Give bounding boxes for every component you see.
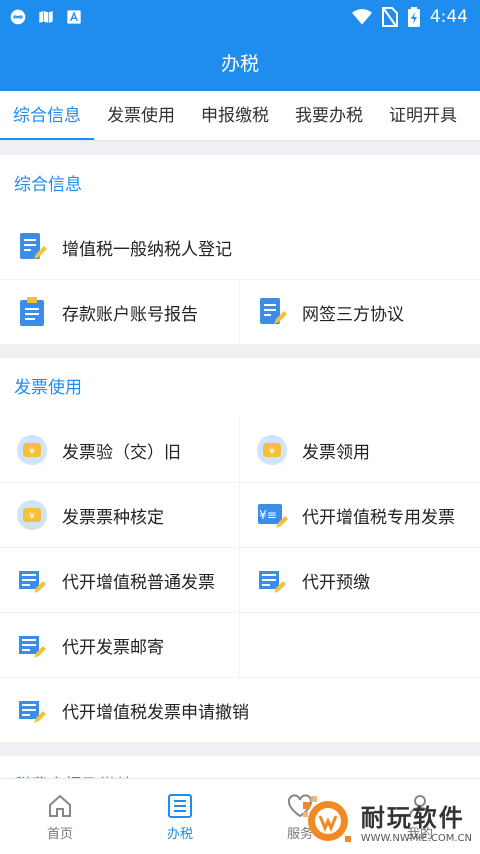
document-edit-icon: [260, 298, 287, 324]
section-title: 发票使用: [14, 378, 82, 398]
tab-i-want-tax[interactable]: 我要办税: [282, 91, 376, 140]
a-icon: [67, 9, 81, 24]
tab-comprehensive-info[interactable]: 综合信息: [0, 91, 94, 140]
section-grid: 增值税一般纳税人登记 存款账户账号报告 网签三方协议: [0, 215, 480, 345]
section-comprehensive-info: 综合信息 增值税一般纳税人登记 存款账户账号报告 网签三方协议: [0, 155, 480, 345]
tab-certificate[interactable]: 证明开具: [376, 91, 470, 140]
svg-text:¥: ¥: [29, 512, 35, 522]
section-tax-declare-pay: 税费申报及缴纳: [0, 756, 480, 778]
item-label: 发票票种核定: [62, 507, 164, 528]
item-issue-prepayment[interactable]: 代开预缴: [240, 548, 480, 613]
tax-list-icon: [168, 793, 192, 818]
list-edit-icon: [19, 701, 46, 723]
status-bar: 4:44: [0, 0, 480, 33]
nav-label: 首页: [46, 826, 73, 842]
invoice-ticket-icon: ¥: [257, 435, 287, 465]
page-title: 办税: [220, 52, 259, 75]
item-label: 增值税一般纳税人登记: [62, 239, 232, 260]
no-sim-icon: [381, 6, 398, 27]
list-edit-icon: [19, 571, 46, 593]
tab-invoice-use[interactable]: 发票使用: [94, 91, 188, 140]
status-time: 4:44: [429, 6, 468, 27]
status-bar-left: [10, 9, 82, 25]
watermark-url: WWW.NWMIE.COM.CN: [360, 833, 472, 844]
category-tabs: 综合信息 发票使用 申报缴税 我要办税 证明开具: [0, 91, 480, 141]
list-edit-icon: [19, 636, 46, 658]
title-bar: 办税: [0, 33, 480, 91]
item-label: 代开预缴: [302, 572, 370, 593]
status-bar-right: 4:44: [351, 6, 468, 27]
item-revoke-vat-invoice-application[interactable]: 代开增值税发票申请撤销: [0, 678, 480, 743]
invoice-ticket-icon: ¥: [17, 435, 47, 465]
item-deposit-account-report[interactable]: 存款账户账号报告: [0, 280, 240, 345]
yuan-edit-icon: ¥≡: [258, 504, 288, 528]
section-grid: ¥ 发票验（交）旧 ¥ 发票领用 ¥ 发票票种核定 ¥≡ 代开增值税专用发票 代…: [0, 418, 480, 743]
item-label: 代开增值税专用发票: [302, 507, 455, 528]
svg-text:¥≡: ¥≡: [259, 508, 277, 522]
empty-cell: [240, 613, 480, 678]
nav-label: 办税: [166, 826, 193, 842]
item-label: 存款账户账号报告: [62, 304, 198, 325]
infinity-icon: [10, 9, 26, 24]
watermark-brand: 耐玩软件: [360, 804, 465, 832]
clipboard-icon: [20, 297, 44, 326]
invoice-ticket-icon: ¥: [17, 500, 47, 530]
item-issue-vat-ordinary-invoice[interactable]: 代开增值税普通发票: [0, 548, 240, 613]
wifi-icon: [351, 8, 372, 24]
watermark: 耐玩软件 WWW.NWMIE.COM.CN: [301, 794, 472, 848]
item-online-tripartite-agreement[interactable]: 网签三方协议: [240, 280, 480, 345]
book-icon: [39, 10, 53, 23]
section-title: 综合信息: [14, 175, 82, 195]
item-vat-general-taxpayer-registration[interactable]: 增值税一般纳税人登记: [0, 215, 480, 280]
item-label: 网签三方协议: [302, 304, 404, 325]
home-icon: [49, 794, 71, 817]
section-title: 税费申报及缴纳: [0, 756, 480, 778]
svg-text:¥: ¥: [29, 447, 35, 457]
document-edit-icon: [20, 233, 47, 259]
section-invoice-use: 发票使用 ¥ 发票验（交）旧 ¥ 发票领用 ¥ 发票票种核定 ¥≡ 代开增值税专…: [0, 358, 480, 743]
item-issued-invoice-mailing[interactable]: 代开发票邮寄: [0, 613, 240, 678]
item-label: 发票验（交）旧: [62, 442, 181, 463]
item-label: 代开发票邮寄: [62, 637, 164, 658]
item-label: 代开增值税普通发票: [62, 572, 215, 593]
item-issue-vat-special-invoice[interactable]: ¥≡ 代开增值税专用发票: [240, 483, 480, 548]
battery-icon: [407, 6, 420, 27]
nav-home[interactable]: 首页: [0, 779, 120, 854]
list-edit-icon: [259, 571, 286, 593]
watermark-text: 耐玩软件 WWW.NWMIE.COM.CN: [361, 798, 472, 844]
item-invoice-type-approval[interactable]: ¥ 发票票种核定: [0, 483, 240, 548]
item-label: 代开增值税发票申请撤销: [62, 702, 249, 723]
tab-declare-pay[interactable]: 申报缴税: [188, 91, 282, 140]
item-invoice-verify-old[interactable]: ¥ 发票验（交）旧: [0, 418, 240, 483]
nav-tax[interactable]: 办税: [120, 779, 240, 854]
svg-text:¥: ¥: [269, 447, 275, 457]
item-label: 发票领用: [302, 442, 370, 463]
item-invoice-collect[interactable]: ¥ 发票领用: [240, 418, 480, 483]
watermark-logo-icon: [302, 796, 351, 842]
main-content: 综合信息 增值税一般纳税人登记 存款账户账号报告 网签三方协议 发票使用 ¥ 发…: [0, 142, 480, 778]
